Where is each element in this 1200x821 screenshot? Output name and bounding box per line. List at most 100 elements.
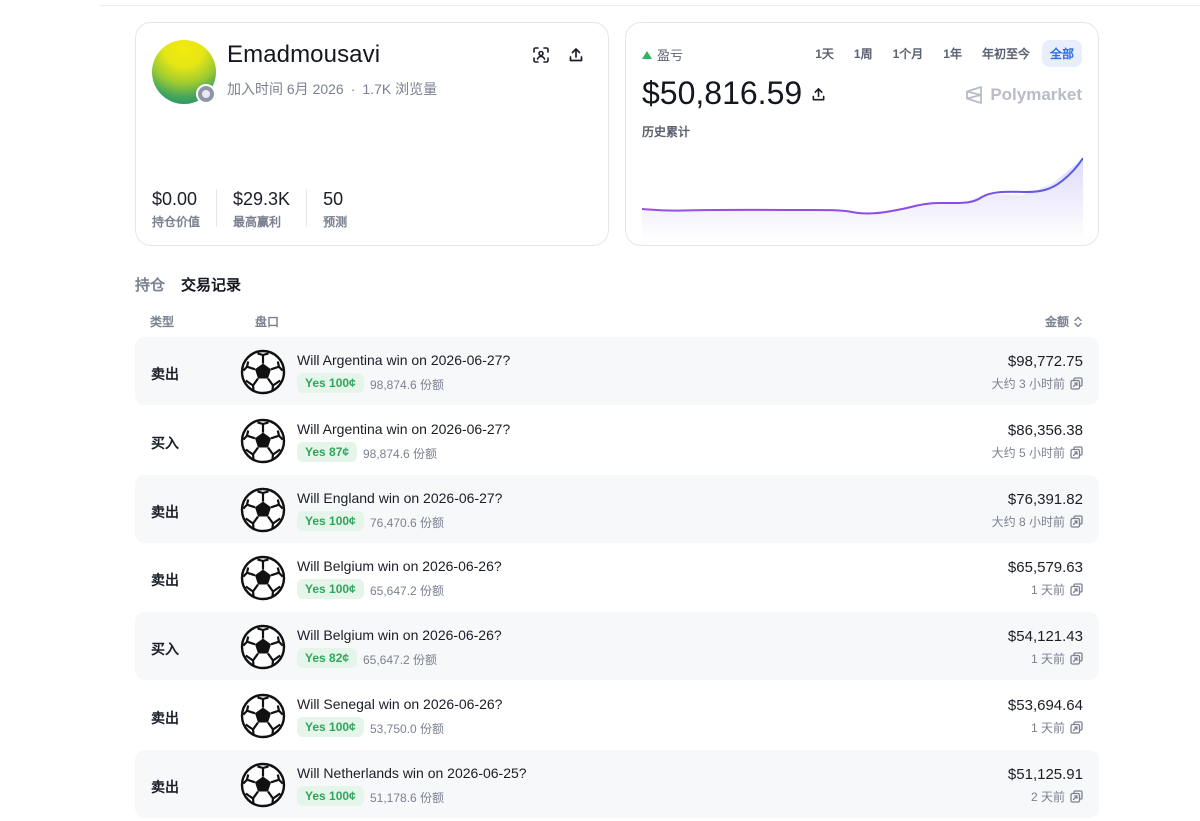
stat-value: $29.3K: [233, 189, 291, 209]
column-header-type: 类型: [150, 315, 175, 329]
share-pnl-icon[interactable]: [807, 83, 829, 105]
pnl-card: 盈亏 1天 1周 1个月 1年 年初至今 全部 $50,816.59 Polym…: [625, 22, 1099, 246]
profile-meta: 加入时间 6月 2026 · 1.7K 浏览量: [227, 81, 438, 97]
soccer-ball-icon[interactable]: [240, 487, 286, 533]
share-icon[interactable]: [565, 44, 587, 66]
column-header-amount[interactable]: 金额: [1045, 313, 1083, 330]
trade-row[interactable]: 卖出 Will Senegal win on 2026-06-26? Yes 1…: [135, 681, 1099, 749]
share-count: 53,750.0 份额: [370, 722, 445, 736]
soccer-ball-icon[interactable]: [240, 349, 286, 395]
profile-card: Emadmousavi 加入时间 6月 2026 · 1.7K 浏览量 $0.00 …: [135, 22, 609, 246]
join-date: 加入时间 6月 2026: [227, 81, 344, 97]
trade-amount: $53,694.64: [1007, 697, 1083, 714]
trade-side: 卖出: [151, 366, 179, 382]
market-title[interactable]: Will Belgium win on 2026-06-26?: [297, 627, 502, 643]
trade-row[interactable]: 卖出 Will Netherlands win on 2026-06-25? Y…: [135, 749, 1099, 818]
trade-row[interactable]: 卖出 Will Argentina win on 2026-06-27? Yes…: [135, 337, 1099, 405]
trade-amount: $98,772.75: [1007, 353, 1083, 370]
market-title[interactable]: Will Netherlands win on 2026-06-25?: [297, 765, 527, 781]
transaction-link-icon[interactable]: [1070, 377, 1083, 390]
soccer-ball-icon[interactable]: [240, 693, 286, 739]
trade-time: 2 天前: [1031, 788, 1083, 805]
top-divider: [100, 5, 1200, 6]
soccer-ball-icon[interactable]: [240, 555, 286, 601]
trend-up-icon: [642, 50, 652, 59]
market-title[interactable]: Will Belgium win on 2026-06-26?: [297, 558, 502, 574]
trade-time-text: 1 天前: [1030, 652, 1065, 667]
market-title[interactable]: Will England win on 2026-06-27?: [297, 490, 502, 506]
trade-time-text: 2 天前: [1030, 789, 1065, 804]
trade-side: 卖出: [151, 572, 179, 589]
trade-side: 买入: [151, 434, 179, 451]
pnl-area: [642, 158, 1083, 240]
brand-name: Polymarket: [990, 85, 1082, 104]
transaction-link-icon[interactable]: [1070, 721, 1083, 734]
profile-tabs: 持仓 交易记录: [135, 274, 241, 295]
trade-time: 大约 8 小时前: [992, 513, 1083, 530]
range-tab-1m[interactable]: 1个月: [885, 40, 932, 67]
trade-time: 大约 5 小时前: [992, 444, 1083, 461]
trade-time-text: 1 天前: [1030, 583, 1065, 598]
trade-amount: $51,125.91: [1007, 765, 1083, 783]
pnl-label: 盈亏: [642, 45, 683, 64]
stat-label: 持仓价值: [152, 215, 201, 229]
market-title[interactable]: Will Senegal win on 2026-06-26?: [297, 696, 502, 712]
table-header: 类型 盘口 金额: [135, 313, 1099, 329]
sort-icon: [1074, 316, 1082, 327]
polymarket-logo-icon: [966, 86, 983, 104]
stat-value: 50: [323, 189, 344, 209]
outcome-badge: Yes 82¢: [297, 648, 358, 669]
trade-row[interactable]: 卖出 Will Belgium win on 2026-06-26? Yes 1…: [135, 543, 1099, 611]
soccer-ball-icon[interactable]: [240, 762, 286, 808]
trade-row[interactable]: 卖出 Will England win on 2026-06-27? Yes 1…: [135, 474, 1099, 543]
pnl-sparkline: [642, 157, 1083, 240]
outcome-badge: Yes 100¢: [297, 785, 364, 806]
range-tab-1d[interactable]: 1天: [807, 40, 842, 67]
trade-side: 卖出: [151, 710, 179, 726]
amount-header-label: 金额: [1044, 315, 1069, 329]
time-range-tabs: 1天 1周 1个月 1年 年初至今 全部: [807, 40, 1082, 67]
outcome-badge: Yes 100¢: [297, 373, 364, 393]
soccer-ball-icon[interactable]: [240, 624, 286, 670]
tab-activity[interactable]: 交易记录: [181, 274, 241, 295]
trade-amount: $76,391.82: [1007, 490, 1083, 508]
transaction-link-icon[interactable]: [1070, 514, 1083, 528]
trade-time: 1 天前: [1031, 719, 1083, 736]
range-tab-all[interactable]: 全部: [1041, 40, 1082, 67]
trade-side: 买入: [151, 641, 179, 658]
soccer-ball-icon[interactable]: [240, 418, 286, 464]
range-tab-1w[interactable]: 1周: [846, 40, 881, 67]
pnl-period-label: 历史累计: [642, 125, 691, 139]
outcome-badge: Yes 100¢: [297, 510, 364, 531]
stat-positions-value: $0.00 持仓价值: [152, 189, 218, 229]
pnl-label-text: 盈亏: [657, 48, 684, 63]
scan-icon[interactable]: [530, 44, 552, 66]
share-count: 76,470.6 份额: [370, 515, 445, 530]
range-tab-ytd[interactable]: 年初至今: [974, 40, 1038, 67]
transaction-link-icon[interactable]: [1070, 583, 1083, 597]
transaction-link-icon[interactable]: [1070, 790, 1083, 803]
transaction-link-icon[interactable]: [1070, 652, 1083, 665]
trade-time: 大约 3 小时前: [992, 375, 1083, 392]
market-title[interactable]: Will Argentina win on 2026-06-27?: [297, 352, 510, 368]
market-title[interactable]: Will Argentina win on 2026-06-27?: [297, 421, 510, 437]
stat-value: $0.00: [152, 189, 198, 209]
view-count: 1.7K 浏览量: [362, 81, 438, 97]
username: Emadmousavi: [227, 41, 381, 68]
trade-row[interactable]: 买入 Will Belgium win on 2026-06-26? Yes 8…: [135, 612, 1099, 681]
trade-time: 1 天前: [1031, 581, 1083, 598]
trade-side: 卖出: [151, 778, 179, 795]
range-tab-1y[interactable]: 1年: [935, 40, 970, 67]
trade-amount: $65,579.63: [1007, 559, 1083, 577]
share-count: 65,647.2 份额: [363, 653, 438, 668]
tab-positions[interactable]: 持仓: [135, 274, 165, 295]
outcome-badge: Yes 100¢: [297, 717, 364, 737]
stat-label: 预测: [323, 215, 348, 229]
polymarket-logo: Polymarket: [965, 85, 1082, 105]
share-count: 65,647.2 份额: [370, 584, 445, 599]
share-count: 98,874.6 份额: [363, 446, 438, 461]
trade-time-text: 1 天前: [1030, 721, 1065, 735]
transaction-link-icon[interactable]: [1070, 446, 1083, 459]
outcome-badge: Yes 87¢: [297, 441, 358, 462]
trade-row[interactable]: 买入 Will Argentina win on 2026-06-27? Yes…: [135, 406, 1099, 474]
